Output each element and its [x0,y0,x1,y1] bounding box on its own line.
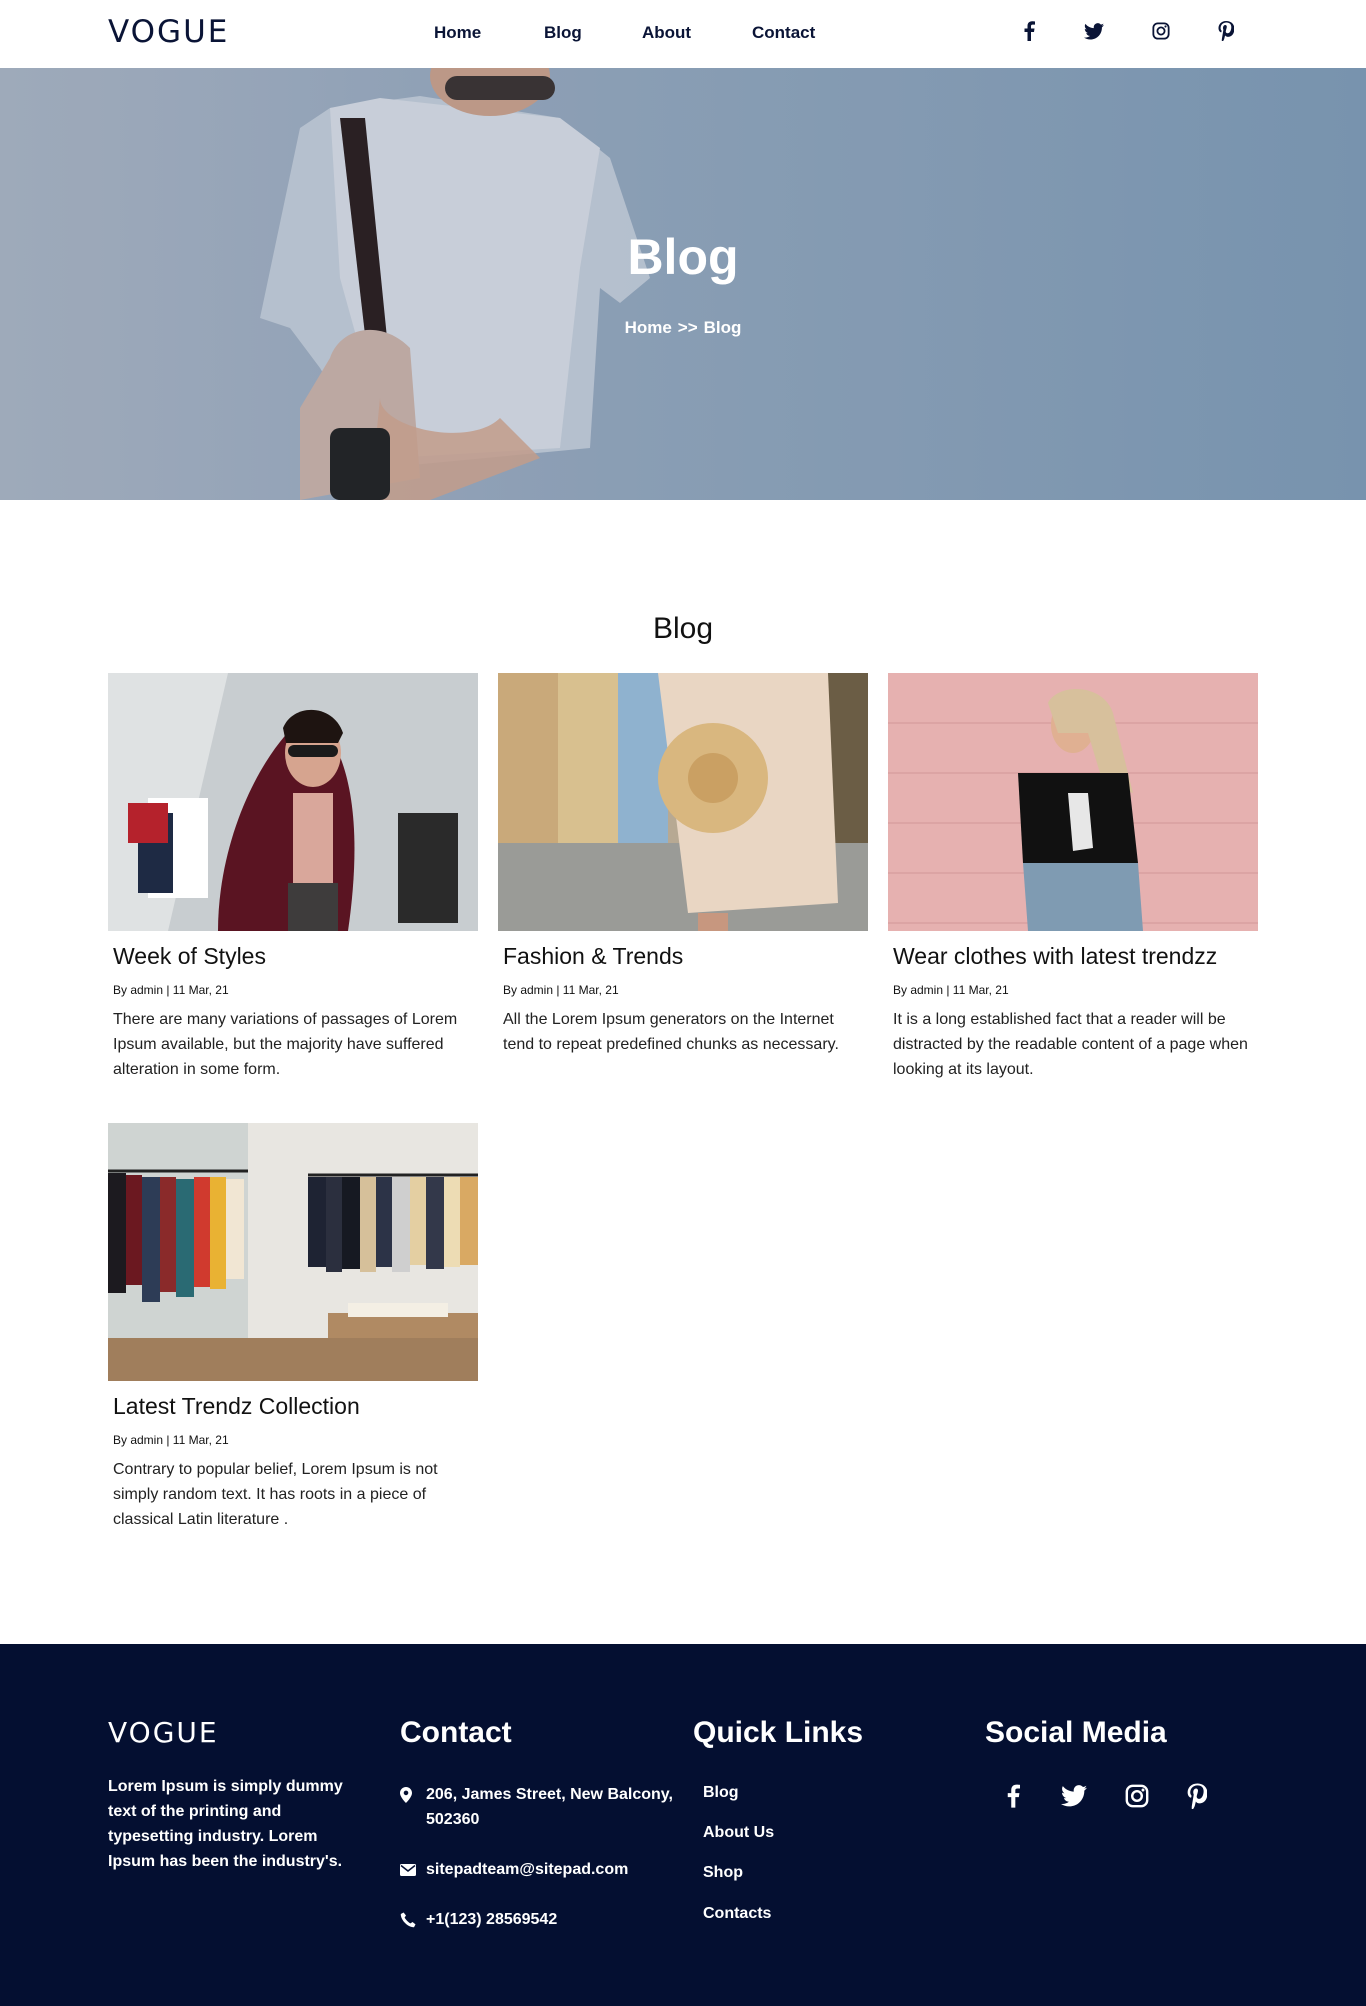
nav-blog[interactable]: Blog [544,23,582,43]
site-logo[interactable]: VOGUE [108,14,229,50]
blog-card-image[interactable] [108,673,478,931]
blog-card-meta: By admin | 11 Mar, 21 [893,983,1009,997]
blog-card-meta: By admin | 11 Mar, 21 [113,983,229,997]
footer-link-contacts[interactable]: Contacts [703,1905,771,1923]
blog-card-excerpt: It is a long established fact that a rea… [893,1011,1248,1078]
hero-title: Blog [627,229,739,285]
blog-card-title[interactable]: Week of Styles [113,943,266,970]
site-header: VOGUE Home Blog About Contact [0,0,1366,68]
blog-card-image[interactable] [108,1123,478,1381]
twitter-icon[interactable] [1059,1781,1089,1811]
blog-card-title[interactable]: Wear clothes with latest trendzz [893,943,1217,970]
pinterest-icon[interactable] [1215,20,1237,42]
blog-card-meta: By admin | 11 Mar, 21 [503,983,619,997]
twitter-icon[interactable] [1083,20,1105,42]
breadcrumb: Home >> Blog [0,318,1366,338]
instagram-icon[interactable] [1122,1781,1152,1811]
footer-quick-links-heading: Quick Links [693,1716,864,1749]
blog-card-image[interactable] [498,673,868,931]
blog-card[interactable]: Wear clothes with latest trendzz By admi… [888,673,1258,1083]
blog-card[interactable]: Fashion & Trends By admin | 11 Mar, 21 A… [498,673,868,1083]
footer-link-about-us[interactable]: About Us [703,1824,774,1842]
mail-icon [400,1857,426,1882]
breadcrumb-current: Blog [703,318,742,337]
blog-card-image[interactable] [888,673,1258,931]
site-footer: VOGUE Lorem Ipsum is simply dummy text o… [0,1644,1366,2006]
map-pin-icon [400,1782,426,1807]
instagram-icon[interactable] [1150,20,1172,42]
footer-contact-heading: Contact [400,1716,512,1749]
footer-address-text: 206, James Street, New Balcony, 502360 [426,1786,673,1828]
hero-banner: Blog Home >> Blog [0,68,1366,500]
footer-address: 206, James Street, New Balcony, 502360 [400,1782,680,1832]
footer-link-shop[interactable]: Shop [703,1864,743,1882]
nav-about[interactable]: About [642,23,691,43]
footer-phone-text[interactable]: +1(123) 28569542 [426,1907,557,1932]
blog-card-excerpt: There are many variations of passages of… [113,1011,458,1078]
facebook-icon[interactable] [998,1781,1028,1811]
phone-icon [400,1907,426,1932]
footer-logo[interactable]: VOGUE [108,1716,219,1749]
nav-contact[interactable]: Contact [752,23,815,43]
nav-home[interactable]: Home [434,23,481,43]
footer-phone: +1(123) 28569542 [400,1907,557,1932]
blog-card[interactable]: Latest Trendz Collection By admin | 11 M… [108,1123,478,1533]
blog-section-title: Blog [652,612,714,645]
footer-social-heading: Social Media [985,1716,1167,1749]
footer-email-text[interactable]: sitepadteam@sitepad.com [426,1857,628,1882]
footer-email: sitepadteam@sitepad.com [400,1857,628,1882]
footer-about-text: Lorem Ipsum is simply dummy text of the … [108,1778,343,1870]
blog-card-excerpt: Contrary to popular belief, Lorem Ipsum … [113,1461,438,1528]
blog-card-excerpt: All the Lorem Ipsum generators on the In… [503,1011,839,1053]
pinterest-icon[interactable] [1182,1781,1212,1811]
blog-card-meta: By admin | 11 Mar, 21 [113,1433,229,1447]
blog-card-title[interactable]: Latest Trendz Collection [113,1393,360,1420]
facebook-icon[interactable] [1018,20,1040,42]
footer-link-blog[interactable]: Blog [703,1784,739,1802]
blog-card-title[interactable]: Fashion & Trends [503,943,683,970]
breadcrumb-home[interactable]: Home [625,318,672,337]
breadcrumb-separator: >> [677,318,698,337]
blog-card[interactable]: Week of Styles By admin | 11 Mar, 21 The… [108,673,478,1083]
